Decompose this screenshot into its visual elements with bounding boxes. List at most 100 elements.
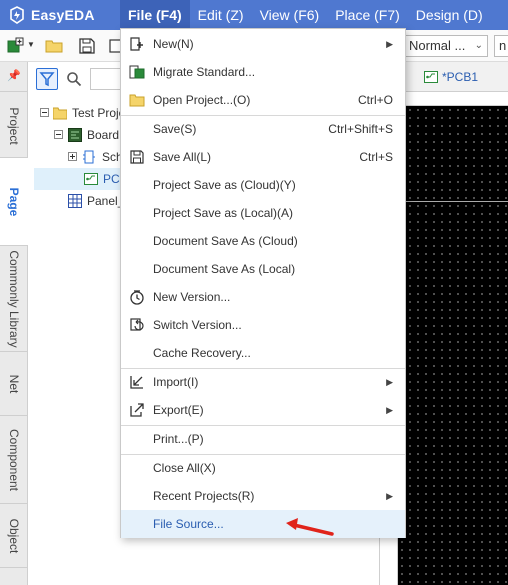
- menu-item-label: New Version...: [153, 290, 231, 304]
- new-document-dropdown-icon[interactable]: ▼: [27, 40, 35, 49]
- menu-item-save-all[interactable]: Save All(L) Ctrl+S: [121, 143, 405, 171]
- tab-project-label: Project: [7, 106, 21, 145]
- menu-item-document-save-cloud[interactable]: Document Save As (Cloud): [121, 227, 405, 255]
- menu-item-label: Open Project...(O): [153, 93, 251, 107]
- menu-item-new-version[interactable]: New Version...: [121, 283, 405, 311]
- annotation-arrow-icon: [286, 518, 334, 536]
- menu-item-label: Print...(P): [153, 432, 204, 446]
- menu-item-switch-version[interactable]: Switch Version...: [121, 311, 405, 339]
- schematic-icon: [83, 150, 95, 164]
- menu-item-label: Import(I): [153, 375, 199, 389]
- tree-node-label: Test Proje: [72, 106, 126, 120]
- menu-design[interactable]: Design (D): [408, 0, 491, 30]
- pcb-icon: [424, 71, 438, 83]
- tree-node-label: Panel_: [87, 194, 125, 208]
- submenu-arrow-icon: ▶: [386, 377, 393, 387]
- tab-object-label: Object: [7, 518, 21, 553]
- menu-item-recent-projects[interactable]: Recent Projects(R) ▶: [121, 482, 405, 510]
- menu-item-new[interactable]: New(N) ▶: [121, 30, 405, 58]
- menu-item-label: Document Save As (Local): [153, 262, 296, 276]
- new-icon: [130, 37, 143, 51]
- collapse-icon[interactable]: [40, 108, 49, 117]
- pcb-icon: [84, 173, 98, 185]
- panel-icon: [68, 194, 82, 208]
- menu-item-label: Save All(L): [153, 150, 212, 164]
- collapse-icon[interactable]: [54, 130, 63, 139]
- menu-item-project-save-local[interactable]: Project Save as (Local)(A): [121, 199, 405, 227]
- menu-item-cache-recovery[interactable]: Cache Recovery...: [121, 339, 405, 367]
- left-vertical-tabs: 📌 Project Page Commonly Library Net Comp…: [0, 62, 28, 585]
- menubar: EasyEDA File (F4) Edit (Z) View (F6) Pla…: [0, 0, 508, 30]
- migrate-icon: [129, 65, 145, 79]
- menu-item-save[interactable]: Save(S) Ctrl+Shift+S: [121, 115, 405, 143]
- menu-item-label: Save(S): [153, 122, 197, 136]
- pin-icon[interactable]: 📌: [0, 62, 28, 92]
- menu-item-print[interactable]: Print...(P): [121, 425, 405, 453]
- tree-node-label: Board: [87, 128, 120, 142]
- menu-item-label: Close All(X): [153, 461, 216, 475]
- folder-icon: [53, 107, 67, 120]
- tab-net[interactable]: Net: [0, 352, 28, 416]
- tab-net-label: Net: [7, 374, 21, 393]
- switch-version-icon: [130, 318, 144, 331]
- export-icon: [130, 403, 144, 417]
- menu-place[interactable]: Place (F7): [327, 0, 408, 30]
- menu-item-label: Project Save as (Local)(A): [153, 206, 294, 220]
- new-document-icon[interactable]: [6, 37, 24, 55]
- menu-item-shortcut: Ctrl+O: [357, 93, 393, 107]
- menu-item-document-save-local[interactable]: Document Save As (Local): [121, 255, 405, 283]
- import-icon: [130, 376, 143, 389]
- menu-item-shortcut: Ctrl+S: [359, 150, 393, 164]
- submenu-arrow-icon: ▶: [386, 491, 393, 501]
- menu-item-label: Cache Recovery...: [153, 346, 251, 360]
- save-icon[interactable]: [78, 37, 96, 55]
- menu-view[interactable]: View (F6): [252, 0, 328, 30]
- menu-item-label: Export(E): [153, 403, 204, 417]
- expand-icon[interactable]: [68, 152, 77, 161]
- menu-item-close-all[interactable]: Close All(X): [121, 454, 405, 482]
- tab-object[interactable]: Object: [0, 504, 28, 568]
- app-logo-text: EasyEDA: [31, 7, 95, 23]
- menu-item-migrate-standard[interactable]: Migrate Standard...: [121, 58, 405, 86]
- filter-icon[interactable]: [36, 68, 58, 90]
- menu-item-label: Document Save As (Cloud): [153, 234, 298, 248]
- file-menu-dropdown: New(N) ▶ Migrate Standard... Open Projec…: [120, 28, 406, 538]
- chevron-down-icon: ⌄: [474, 40, 483, 51]
- menu-item-shortcut: Ctrl+Shift+S: [328, 122, 393, 136]
- menu-item-file-source[interactable]: File Source...: [121, 510, 405, 538]
- menu-item-label: Migrate Standard...: [153, 65, 256, 79]
- board-outline-line: [398, 201, 508, 202]
- partial-select[interactable]: n: [494, 35, 508, 57]
- tab-project[interactable]: Project: [0, 94, 28, 158]
- menu-file[interactable]: File (F4): [120, 0, 190, 30]
- tab-component-label: Component: [7, 428, 21, 491]
- menu-item-label: File Source...: [153, 517, 224, 531]
- menu-edit[interactable]: Edit (Z): [190, 0, 252, 30]
- menu-item-export[interactable]: Export(E) ▶: [121, 396, 405, 424]
- mode-select[interactable]: Normal ... ⌄: [404, 35, 488, 57]
- tab-component[interactable]: Component: [0, 416, 28, 504]
- menu-item-label: New(N): [153, 37, 194, 51]
- tree-node-label: PC: [103, 172, 120, 186]
- version-icon: [130, 290, 144, 305]
- tab-pcb1-label: *PCB1: [442, 70, 479, 84]
- open-folder-icon[interactable]: [45, 37, 63, 55]
- tab-commonly-library[interactable]: Commonly Library: [0, 246, 28, 352]
- menu-item-import[interactable]: Import(I) ▶: [121, 368, 405, 396]
- partial-select-value: n: [499, 38, 507, 53]
- easyeda-logo-icon: [10, 6, 24, 24]
- menu-item-label: Project Save as (Cloud)(Y): [153, 178, 296, 192]
- submenu-arrow-icon: ▶: [386, 39, 393, 49]
- menu-item-label: Switch Version...: [153, 318, 242, 332]
- search-icon[interactable]: [66, 71, 82, 87]
- pcb-canvas[interactable]: [398, 106, 508, 585]
- menu-item-label: Recent Projects(R): [153, 489, 255, 503]
- app-logo[interactable]: EasyEDA: [0, 0, 120, 30]
- menu-item-project-save-cloud[interactable]: Project Save as (Cloud)(Y): [121, 171, 405, 199]
- folder-icon: [129, 94, 145, 107]
- tab-page-label: Page: [7, 187, 21, 216]
- submenu-arrow-icon: ▶: [386, 405, 393, 415]
- tab-page[interactable]: Page: [0, 158, 28, 246]
- menu-item-open-project[interactable]: Open Project...(O) Ctrl+O: [121, 86, 405, 114]
- tab-pcb1[interactable]: *PCB1: [420, 62, 478, 92]
